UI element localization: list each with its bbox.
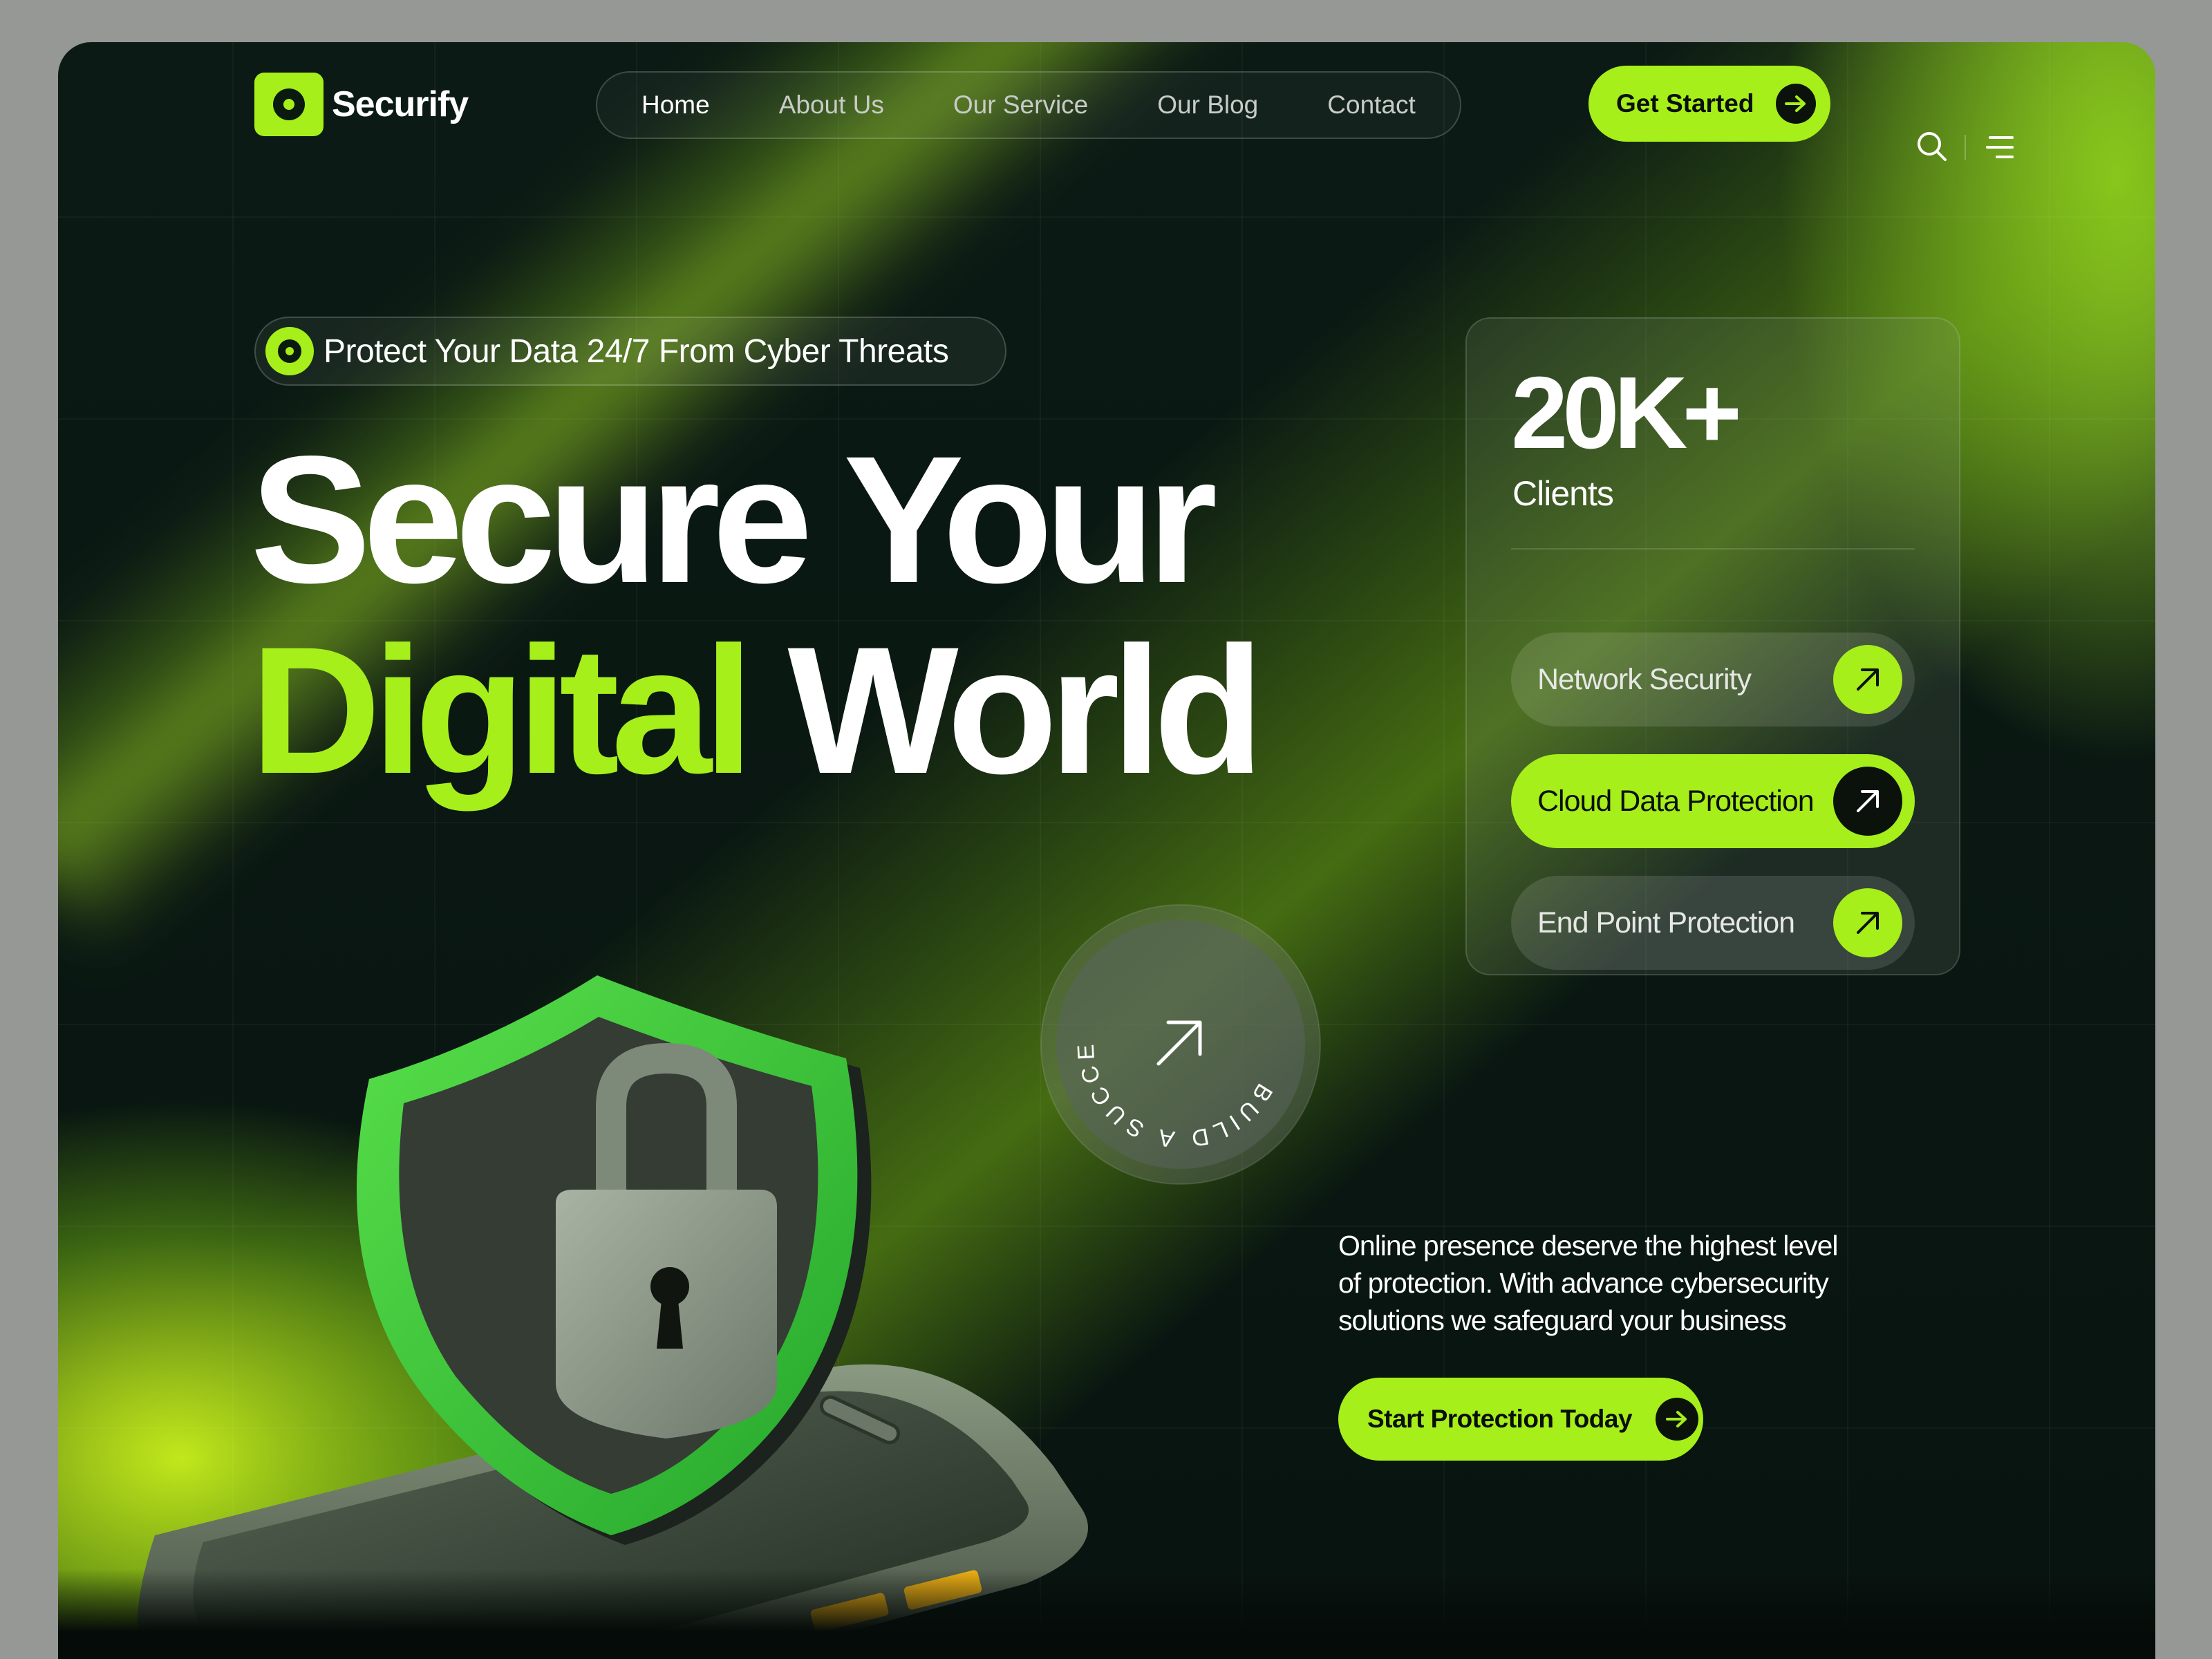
badge-icon (265, 327, 314, 375)
main-nav: Home About Us Our Service Our Blog Conta… (596, 71, 1461, 139)
hero-title-line2: Digital World (250, 620, 1264, 801)
start-protection-label: Start Protection Today (1367, 1405, 1633, 1433)
menu-icon[interactable] (1985, 133, 2015, 161)
arrow-up-right-icon (1833, 767, 1902, 836)
service-label: End Point Protection (1537, 906, 1795, 939)
nav-item-our-blog[interactable]: Our Blog (1157, 91, 1258, 120)
tagline-text: Protect Your Data 24/7 From Cyber Threat… (324, 332, 949, 370)
nav-item-home[interactable]: Home (641, 91, 710, 120)
arrow-up-right-icon (1833, 888, 1902, 957)
header-divider (1965, 135, 1966, 160)
hero-description: Online presence deserve the highest leve… (1338, 1230, 1839, 1336)
tagline-badge: Protect Your Data 24/7 From Cyber Threat… (254, 317, 1006, 386)
service-end-point-protection[interactable]: End Point Protection (1511, 876, 1915, 970)
hero-title-rest: World (787, 609, 1264, 812)
nav-item-about-us[interactable]: About Us (779, 91, 884, 120)
service-network-security[interactable]: Network Security (1511, 632, 1915, 727)
clients-count: 20K+ (1511, 356, 1742, 470)
bottom-fade (58, 1569, 2155, 1659)
logo-icon (254, 73, 324, 136)
arrow-right-icon (1776, 84, 1817, 124)
logo[interactable]: Securify (254, 73, 469, 136)
hero-title-line1: Secure Your (250, 418, 1217, 621)
nav-item-our-service[interactable]: Our Service (953, 91, 1088, 120)
get-started-label: Get Started (1616, 89, 1754, 118)
arrow-right-icon (1656, 1398, 1699, 1441)
hero-section: Securify Home About Us Our Service Our B… (58, 42, 2155, 1659)
start-protection-button[interactable]: Start Protection Today (1338, 1378, 1703, 1461)
stats-card: 20K+ Clients Network Security Cloud Data… (1465, 317, 1960, 975)
get-started-button[interactable]: Get Started (1588, 66, 1830, 142)
hero-title-accent: Digital (250, 609, 754, 812)
service-label: Cloud Data Protection (1537, 784, 1815, 818)
service-label: Network Security (1537, 662, 1752, 696)
shield-lock-illustration (137, 975, 1088, 1659)
arrow-up-right-icon (1833, 645, 1902, 714)
service-cloud-data-protection[interactable]: Cloud Data Protection (1511, 754, 1915, 848)
clients-label: Clients (1512, 474, 1614, 513)
nav-item-contact[interactable]: Contact (1327, 91, 1416, 120)
search-icon[interactable] (1916, 131, 1948, 162)
card-divider (1511, 548, 1915, 550)
brand-name: Securify (332, 84, 469, 124)
